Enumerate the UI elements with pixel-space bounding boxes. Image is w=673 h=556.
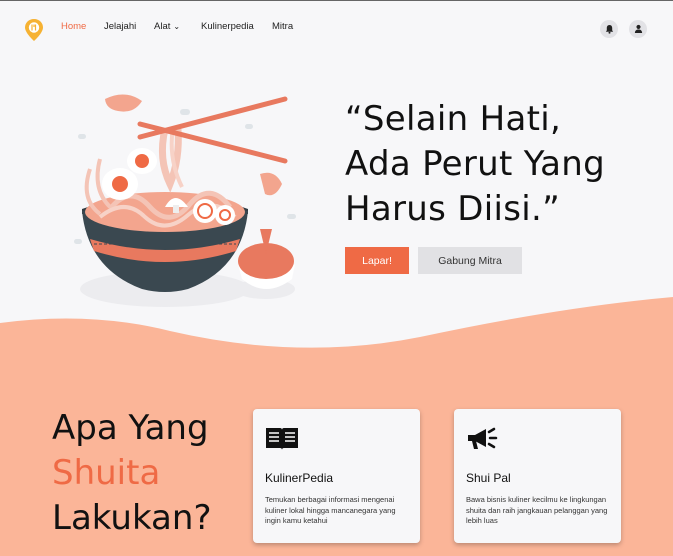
chevron-down-icon: ⌄ xyxy=(173,22,181,31)
lapar-button[interactable]: Lapar! xyxy=(345,247,409,274)
card-title: Shui Pal xyxy=(466,471,511,485)
gabung-mitra-button[interactable]: Gabung Mitra xyxy=(418,247,522,274)
nav-home[interactable]: Home xyxy=(61,21,86,32)
ramen-illustration xyxy=(74,94,296,307)
bell-icon xyxy=(605,24,613,34)
headline-line-2: Ada Perut Yang xyxy=(345,144,606,184)
nav-kulinerpedia[interactable]: Kulinerpedia xyxy=(201,21,254,32)
navbar: Home Jelajahi Alat ⌄ Kulinerpedia Mitra xyxy=(0,1,673,55)
card-description: Temukan berbagai informasi mengenai kuli… xyxy=(265,495,396,525)
user-icon xyxy=(634,24,642,34)
nav-jelajahi[interactable]: Jelajahi xyxy=(104,21,136,32)
nav-alat-label: Alat xyxy=(154,21,171,32)
card-title: KulinerPedia xyxy=(265,471,334,485)
page: Home Jelajahi Alat⌄ Kulinerpedia Mitra xyxy=(0,0,673,556)
nav-alat[interactable]: Alat ⌄ xyxy=(154,21,180,32)
headline-line-1: “Selain Hati, xyxy=(345,99,562,139)
notification-button[interactable] xyxy=(600,20,618,38)
book-open-icon xyxy=(266,428,298,450)
shui-pal-card[interactable]: Shui Pal Bawa bisnis kuliner kecilmu ke … xyxy=(454,409,621,543)
megaphone-icon xyxy=(468,427,498,449)
headline-line-3: Harus Diisi.” xyxy=(345,189,561,229)
profile-button[interactable] xyxy=(629,20,647,38)
logo-icon[interactable] xyxy=(24,18,44,42)
nav-mitra[interactable]: Mitra xyxy=(272,21,293,32)
section-title-line-3: Lakukan? xyxy=(52,498,212,538)
card-description: Bawa bisnis kuliner kecilmu ke lingkunga… xyxy=(466,495,608,525)
kulinerpedia-card[interactable]: KulinerPedia Temukan berbagai informasi … xyxy=(253,409,420,543)
section-title: Apa Yang Shuita Lakukan? xyxy=(52,406,212,541)
hero-headline: “Selain Hati, Ada Perut Yang Harus Diisi… xyxy=(345,97,605,232)
section-title-brand: Shuita xyxy=(52,453,161,493)
section-title-line-1: Apa Yang xyxy=(52,408,209,448)
